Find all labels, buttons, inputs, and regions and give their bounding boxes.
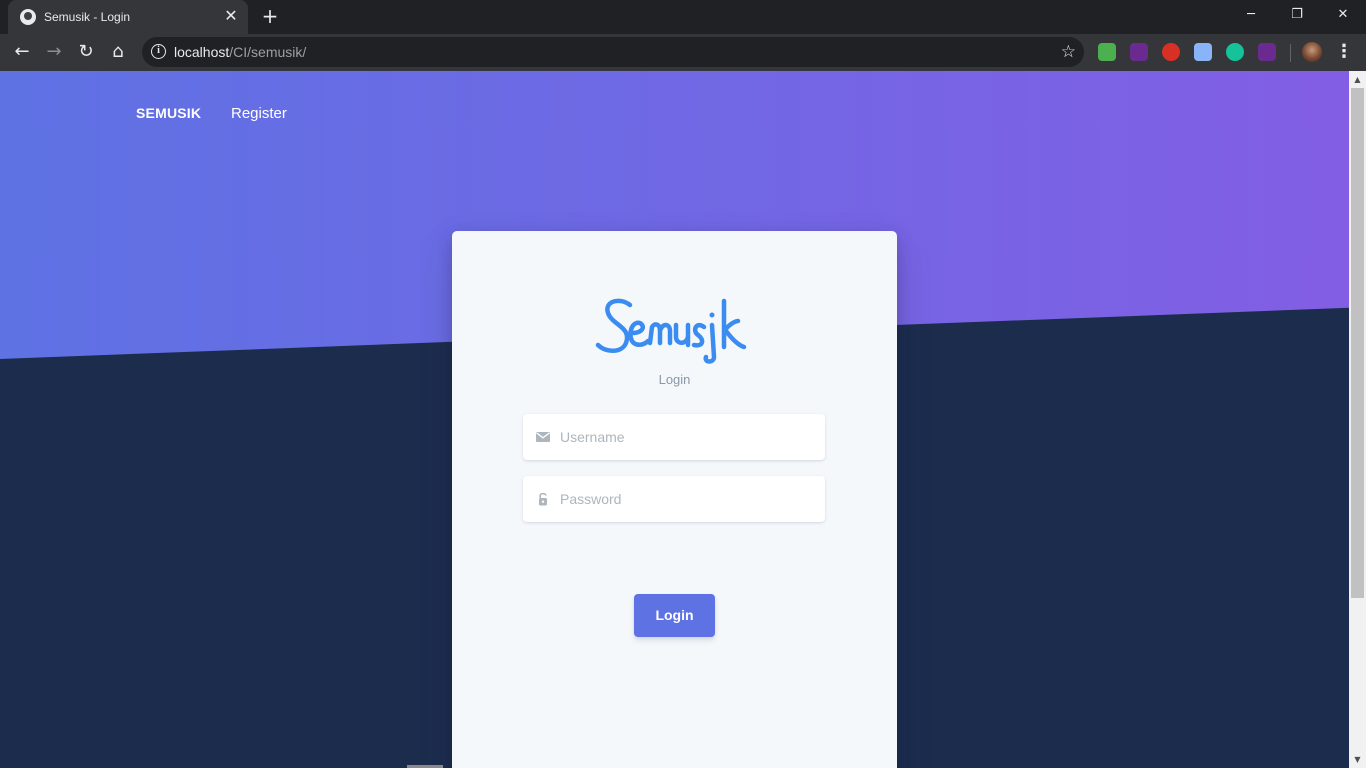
register-link[interactable]: Register [231, 105, 287, 122]
ext-red-stop-icon[interactable] [1162, 43, 1180, 61]
login-card: Login Login [452, 231, 897, 768]
forward-arrow-icon[interactable]: → [40, 38, 68, 66]
ext-owl-icon[interactable] [1194, 43, 1212, 61]
ext-purple-x-icon[interactable] [1130, 43, 1148, 61]
home-icon[interactable]: ⌂ [104, 38, 132, 66]
close-window-button[interactable]: ✕ [1320, 0, 1366, 30]
semusik-logo [595, 298, 747, 364]
site-info-icon[interactable]: i [151, 44, 166, 59]
toolbar-divider [1290, 44, 1291, 62]
page-viewport: SEMUSIK Register Login Username Login [0, 71, 1349, 768]
new-tab-button[interactable]: + [258, 4, 282, 28]
url-host: localhost [174, 44, 230, 60]
ext-green-globe-icon[interactable] [1098, 43, 1116, 61]
url-path: /CI/semusik/ [229, 44, 307, 60]
scroll-up-arrow-icon[interactable]: ▲ [1349, 71, 1366, 88]
lock-icon [539, 492, 547, 506]
ext-purple-x-2-icon[interactable] [1258, 43, 1276, 61]
bookmark-star-icon[interactable]: ☆ [1061, 42, 1076, 62]
envelope-icon [536, 432, 550, 442]
username-field[interactable] [560, 414, 815, 460]
browser-tab[interactable]: Semusik - Login ✕ [8, 0, 248, 34]
scroll-down-arrow-icon[interactable]: ▼ [1349, 751, 1366, 768]
login-button[interactable]: Login [634, 594, 715, 637]
reload-icon[interactable]: ↻ [72, 38, 100, 66]
back-arrow-icon[interactable]: ← [8, 38, 36, 66]
tab-close-icon[interactable]: ✕ [222, 7, 240, 25]
tab-strip: Semusik - Login ✕ + ─ ❐ ✕ [0, 0, 1366, 34]
tab-title: Semusik - Login [44, 10, 131, 24]
profile-avatar[interactable] [1302, 42, 1322, 62]
username-input-group [523, 414, 825, 460]
restore-button[interactable]: ❐ [1274, 0, 1320, 30]
address-bar[interactable]: i localhost/CI/semusik/ ☆ [142, 37, 1084, 67]
url-text[interactable]: localhost/CI/semusik/ [174, 44, 306, 60]
ext-grammarly-icon[interactable] [1226, 43, 1244, 61]
browser-toolbar: ← → ↻ ⌂ i localhost/CI/semusik/ ☆ ⋮ [0, 34, 1366, 71]
favicon-icon [20, 9, 36, 25]
scrollbar-thumb[interactable] [1351, 88, 1364, 598]
password-input-group [523, 476, 825, 522]
minimize-button[interactable]: ─ [1228, 0, 1274, 30]
browser-menu-icon[interactable]: ⋮ [1334, 39, 1354, 65]
navbar-brand[interactable]: SEMUSIK [136, 105, 201, 121]
vertical-scrollbar[interactable]: ▲ ▼ [1349, 71, 1366, 768]
login-subtitle: Login [658, 372, 691, 387]
password-field[interactable] [560, 476, 815, 522]
